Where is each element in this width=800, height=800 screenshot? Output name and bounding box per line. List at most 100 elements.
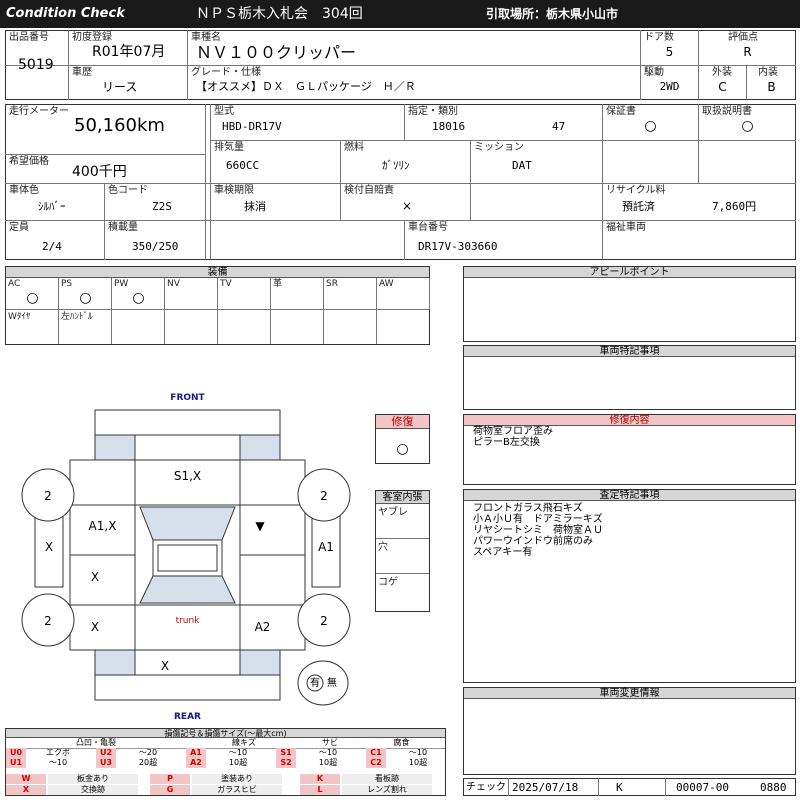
legend-code: U1	[6, 758, 26, 768]
legend-code: G	[150, 785, 190, 795]
equipment-cell-row2	[165, 310, 218, 344]
tire-rl-value: 2	[44, 614, 52, 628]
front-right-corner	[239, 434, 281, 461]
legend-desc: 10超	[228, 758, 248, 767]
legend-code: A2	[186, 758, 206, 768]
equipment-value: ○	[26, 290, 39, 306]
check-date: 2025/07/18	[512, 781, 579, 794]
equipment-label: SR	[326, 279, 338, 289]
lot-label: 出品番号	[9, 32, 49, 43]
tire-fl-value: 2	[44, 489, 52, 503]
inspector-line-5: スペアキー有	[473, 547, 533, 558]
equipment-row2-label: 左ﾊﾝﾄﾞﾙ	[61, 312, 93, 322]
price-label: 希望価格	[9, 156, 49, 167]
interior-label: 内装	[758, 67, 778, 78]
legend-code: U3	[96, 758, 116, 768]
pickup-location: 引取場所：栃木県小山市	[486, 7, 619, 21]
capacity-label: 定員	[9, 222, 29, 233]
sheet-title: Condition Check	[6, 6, 125, 21]
score-label: 評価点	[728, 32, 758, 43]
repair-box-value: ○	[396, 441, 409, 457]
front-bumper	[94, 409, 281, 436]
legend-desc: 〜10	[228, 748, 248, 757]
legend-code: L	[300, 785, 340, 795]
designation-value: 18016	[432, 120, 466, 133]
right-front-fender-top	[239, 459, 306, 506]
welfare-label: 福祉車両	[606, 222, 646, 233]
front-left-corner	[94, 434, 136, 461]
cabin-burn: コゲ	[378, 577, 398, 588]
checker: K	[616, 781, 623, 794]
mileage-value: 50,160km	[74, 115, 165, 136]
rear-right-corner	[239, 649, 281, 676]
legend-code: C1	[366, 748, 386, 758]
auction-title: ＮＰＳ栃木入札会 304回	[196, 6, 363, 22]
mark-right-front: ▼	[255, 519, 265, 533]
spare-stamp-yes: 有	[310, 678, 320, 689]
rear-left-corner	[94, 649, 136, 676]
legend-code: S2	[276, 758, 296, 768]
doors-value: 5	[665, 45, 674, 59]
rear-bumper	[94, 674, 281, 701]
legend-code: K	[300, 774, 340, 784]
color-label: 車体色	[9, 185, 39, 196]
legend-code: S1	[276, 748, 296, 758]
fuel-value: ｶﾞｿﾘﾝ	[382, 159, 410, 172]
legend-desc: 〜10	[318, 748, 338, 757]
colorcode-label: 色コード	[108, 185, 148, 196]
trunk-label: trunk	[175, 616, 200, 626]
mark-rear-panel: X	[160, 659, 170, 673]
legend-code: W	[6, 774, 46, 784]
model-label: 型式	[214, 106, 234, 117]
capacity-value: 2/4	[42, 240, 62, 253]
recycle-label: リサイクル料	[606, 185, 666, 196]
check-label: チェック	[466, 782, 506, 793]
mark-left-rear: X	[90, 620, 100, 634]
mark-right-rear: A2	[254, 620, 271, 634]
model-value: HBD-DR17V	[222, 120, 282, 133]
equipment-label: AW	[379, 279, 394, 289]
inspection-label: 車検期限	[214, 185, 254, 196]
legend-code: U0	[6, 748, 26, 758]
grade-label: グレード・仕様	[191, 67, 261, 78]
equipment-cell: AC ○	[6, 278, 59, 310]
score-value: R	[743, 45, 752, 59]
mark-hood: S1,X	[173, 469, 202, 483]
equipment-label: PS	[61, 279, 73, 289]
legend-desc: 20超	[138, 758, 158, 767]
exterior-label: 外装	[712, 67, 732, 78]
displacement-label: 排気量	[214, 142, 244, 153]
equipment-cell-row2	[112, 310, 165, 344]
legend-desc: 10超	[408, 758, 428, 767]
grade-value: 【オススメ】ＤＸ ＧＬパッケージ Ｈ／Ｒ	[196, 80, 416, 93]
equipment-cell: 革	[271, 278, 324, 310]
equipment-value: ○	[132, 290, 145, 306]
colorcode-value: Z2S	[152, 200, 172, 213]
equipment-row2-label: Wﾀｲﾔ	[8, 312, 31, 322]
front-label: FRONT	[170, 393, 205, 403]
equipment-cell-row2	[271, 310, 324, 344]
legend-code: P	[150, 774, 190, 784]
legend-code: A1	[186, 748, 206, 758]
legend-desc: エクボ	[46, 748, 70, 757]
legend-desc: レンズ割れ	[342, 785, 432, 795]
repair-line-1: 荷物室フロア歪み	[473, 426, 553, 437]
tire-fr-value: 2	[320, 489, 328, 503]
exterior-value: C	[718, 80, 727, 94]
equipment-cell: PW ○	[112, 278, 165, 310]
right-rear-door	[239, 554, 306, 606]
code-1: 00007-00	[676, 781, 729, 794]
legend-desc: 10超	[318, 758, 338, 767]
inspection-value: 抹消	[244, 200, 266, 213]
special-title: 車両特記事項	[464, 346, 795, 357]
equipment-value: ○	[79, 290, 92, 306]
color-value: ｼﾙﾊﾞｰ	[38, 200, 66, 213]
legend-desc: 塗装あり	[192, 774, 282, 784]
fuel-label: 燃料	[344, 142, 364, 153]
cabin-hole: 穴	[378, 542, 388, 553]
repair-line-2: ピラーB左交換	[473, 437, 540, 448]
legend-desc: 看板跡	[342, 774, 432, 784]
inspector-line-3: リヤシートシミ 荷物室ＡＵ	[473, 525, 603, 536]
inspector-title: 査定特記事項	[464, 490, 795, 501]
tire-rr-value: 2	[320, 614, 328, 628]
